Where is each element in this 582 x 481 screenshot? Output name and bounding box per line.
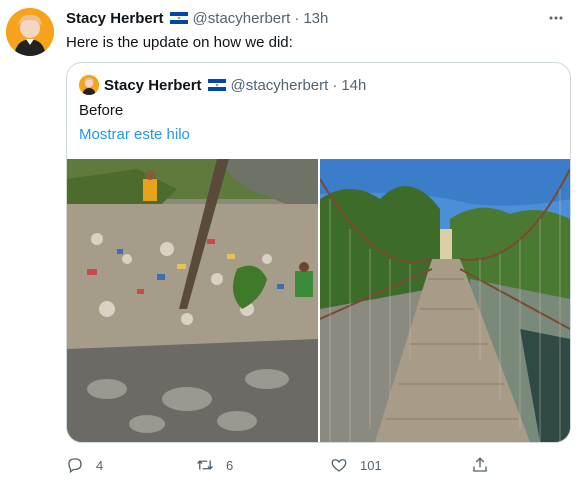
reply-icon xyxy=(68,458,82,474)
quoted-author-avatar xyxy=(79,75,99,95)
like-count: 101 xyxy=(360,457,382,473)
retweet-button[interactable]: 6 xyxy=(196,456,233,474)
quoted-author-name: Stacy Herbert xyxy=(104,76,202,94)
tweet-text: Here is the update on how we did: xyxy=(66,34,293,51)
tweet-timestamp[interactable]: 13h xyxy=(303,10,328,27)
show-thread-link[interactable]: Mostrar este hilo xyxy=(79,125,190,145)
tweet: Stacy Herbert @stacyherbert · 13h Here i… xyxy=(0,0,582,481)
suspension-bridge-photo[interactable] xyxy=(320,159,570,442)
el-salvador-flag-icon xyxy=(169,12,188,24)
retweet-count: 6 xyxy=(226,457,234,473)
author-name[interactable]: Stacy Herbert xyxy=(66,10,164,27)
share-icon xyxy=(473,457,487,472)
quoted-media xyxy=(67,159,570,442)
share-button[interactable] xyxy=(471,456,489,474)
reply-button[interactable]: 4 xyxy=(66,456,103,474)
author-handle[interactable]: @stacyherbert xyxy=(193,10,291,27)
quoted-author-handle: @stacyherbert xyxy=(230,76,329,94)
tweet-actions: 4 6 101 xyxy=(66,456,496,476)
author-avatar[interactable] xyxy=(6,8,54,56)
heart-icon xyxy=(331,459,347,472)
quoted-timestamp: 14h xyxy=(341,76,367,94)
retweet-icon xyxy=(197,460,213,470)
trash-riverbank-photo[interactable] xyxy=(67,159,318,442)
el-salvador-flag-icon xyxy=(207,79,226,91)
tweet-header: Stacy Herbert @stacyherbert · 13h xyxy=(66,8,566,28)
quoted-tweet-header: Stacy Herbert @stacyherbert · 14h xyxy=(79,75,366,95)
separator-dot: · xyxy=(332,76,338,94)
quoted-tweet[interactable]: Stacy Herbert @stacyherbert · 14h Before… xyxy=(66,62,571,443)
more-options-icon[interactable] xyxy=(546,8,566,28)
separator-dot: · xyxy=(294,9,300,27)
like-button[interactable]: 101 xyxy=(330,456,382,474)
quoted-tweet-text: Before xyxy=(79,102,124,119)
reply-count: 4 xyxy=(96,457,104,473)
